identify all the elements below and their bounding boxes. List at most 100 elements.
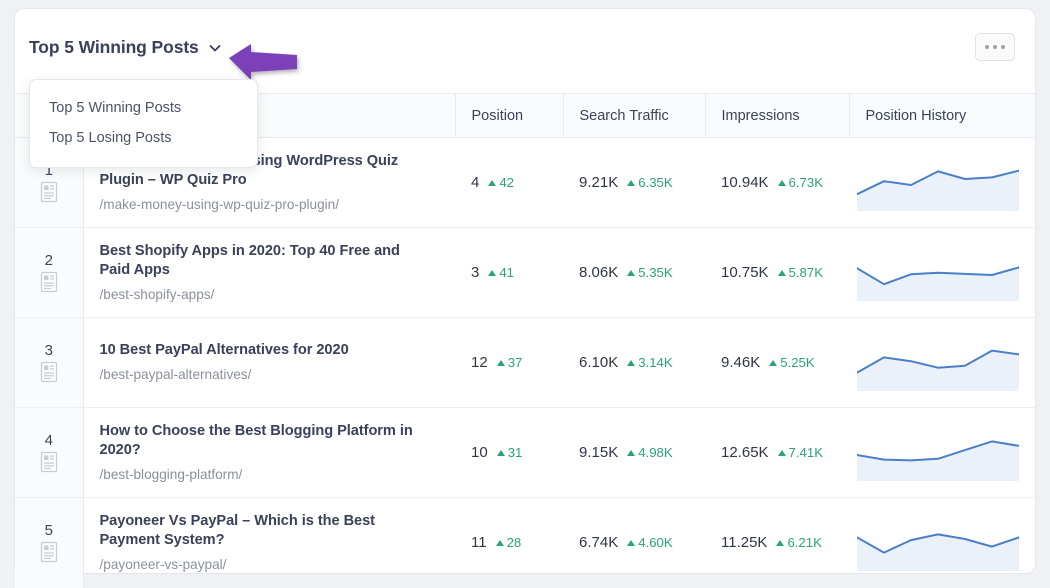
table-row[interactable]: 4 How to Choose the Best Blogging Platfor… bbox=[15, 407, 1035, 498]
dropdown-option-losing[interactable]: Top 5 Losing Posts bbox=[30, 123, 257, 153]
table-row[interactable]: 5 Payoneer Vs PayPal – Which is the Best … bbox=[15, 497, 1035, 588]
dropdown-option-winning[interactable]: Top 5 Winning Posts bbox=[30, 93, 257, 123]
arrow-up-icon bbox=[627, 270, 636, 276]
cell-position: 3 41 bbox=[455, 228, 563, 318]
cell-search-traffic: 6.74K 4.60K bbox=[563, 498, 705, 588]
metric-delta: 28 bbox=[495, 535, 522, 551]
metric-delta-value: 31 bbox=[507, 445, 523, 460]
arrow-up-icon bbox=[627, 540, 636, 547]
chevron-down-icon[interactable] bbox=[208, 41, 222, 55]
arrow-up-icon bbox=[495, 540, 504, 547]
annotation-arrow-icon bbox=[227, 42, 305, 82]
cell-rank: 2 bbox=[15, 227, 84, 318]
metric-value: 11 bbox=[471, 534, 487, 552]
rank-number: 4 bbox=[44, 431, 53, 449]
metric-delta: 41 bbox=[488, 265, 514, 280]
metric-delta: 5.25K bbox=[769, 355, 815, 370]
arrow-up-icon bbox=[777, 180, 786, 186]
cell-impressions: 12.65K 7.41K bbox=[705, 408, 849, 498]
widget-title-dropdown-toggle[interactable]: Top 5 Winning Posts bbox=[29, 37, 222, 58]
metric-delta-value: 4.98K bbox=[638, 445, 673, 460]
column-header-position[interactable]: Position bbox=[455, 93, 564, 138]
more-options-icon-dot bbox=[993, 45, 997, 49]
metric-delta: 4.60K bbox=[627, 535, 673, 551]
cell-position-history bbox=[849, 318, 1035, 408]
metric-delta: 5.87K bbox=[777, 265, 824, 280]
metric-delta-value: 6.21K bbox=[787, 535, 822, 551]
metric-delta-value: 5.87K bbox=[788, 265, 824, 280]
cell-rank: 4 bbox=[15, 407, 84, 498]
cell-post[interactable]: Best Shopify Apps in 2020: Top 40 Free a… bbox=[83, 228, 455, 318]
metric-delta: 7.41K bbox=[777, 445, 824, 460]
metric-value: 6.10K bbox=[579, 354, 619, 371]
arrow-up-icon bbox=[496, 360, 505, 366]
more-options-icon-dot bbox=[1001, 45, 1005, 49]
cell-position-history bbox=[849, 138, 1035, 228]
cell-post[interactable]: Payoneer Vs PayPal – Which is the Best P… bbox=[83, 498, 455, 588]
cell-impressions: 10.75K 5.87K bbox=[705, 228, 849, 318]
metric-value: 10.75K bbox=[721, 264, 769, 281]
more-options-button[interactable] bbox=[975, 33, 1015, 61]
arrow-up-icon bbox=[496, 450, 505, 456]
metric-value: 11.25K bbox=[721, 534, 768, 552]
metric-delta-value: 5.25K bbox=[780, 355, 815, 370]
article-icon bbox=[40, 271, 58, 293]
post-url: /payoneer-vs-paypal/ bbox=[99, 556, 227, 572]
metric-value: 8.06K bbox=[579, 264, 619, 281]
metric-delta-value: 3.14K bbox=[638, 355, 673, 370]
post-url: /best-paypal-alternatives/ bbox=[99, 366, 252, 382]
post-title[interactable]: Payoneer Vs PayPal – Which is the Best P… bbox=[100, 512, 434, 551]
column-header-impressions[interactable]: Impressions bbox=[705, 93, 850, 138]
cell-search-traffic: 8.06K 5.35K bbox=[563, 228, 705, 318]
cell-rank: 3 bbox=[15, 317, 84, 408]
arrow-up-icon bbox=[488, 270, 497, 276]
metric-delta: 31 bbox=[496, 445, 523, 460]
table-row[interactable]: 3 10 Best PayPal Alternatives for 2020/be… bbox=[15, 317, 1035, 408]
metric-value: 9.15K bbox=[579, 444, 619, 461]
cell-post[interactable]: 10 Best PayPal Alternatives for 2020/bes… bbox=[83, 318, 455, 408]
rank-number: 2 bbox=[44, 251, 53, 269]
view-selector-dropdown-menu[interactable]: Top 5 Winning Posts Top 5 Losing Posts bbox=[29, 79, 258, 168]
post-title[interactable]: Best Shopify Apps in 2020: Top 40 Free a… bbox=[100, 242, 434, 281]
cell-impressions: 9.46K 5.25K bbox=[705, 318, 849, 408]
cell-position-history bbox=[849, 408, 1035, 498]
cell-position-history bbox=[849, 228, 1035, 318]
position-history-sparkline bbox=[857, 335, 1019, 391]
metric-delta: 4.98K bbox=[627, 445, 673, 460]
post-title[interactable]: 10 Best PayPal Alternatives for 2020 bbox=[100, 341, 434, 360]
article-icon bbox=[40, 361, 58, 383]
metric-delta: 3.14K bbox=[627, 355, 673, 370]
post-title[interactable]: How to Choose the Best Blogging Platform… bbox=[100, 422, 434, 461]
rank-number: 5 bbox=[44, 521, 53, 539]
position-history-sparkline bbox=[857, 245, 1019, 301]
metric-value: 10 bbox=[471, 444, 488, 461]
arrow-up-icon bbox=[627, 180, 636, 186]
table-body: 1How to Make Money Using WordPress Quiz … bbox=[15, 137, 1035, 588]
metric-delta: 37 bbox=[496, 355, 522, 370]
cell-search-traffic: 9.15K 4.98K bbox=[563, 408, 705, 498]
metric-delta-value: 6.73K bbox=[788, 175, 824, 190]
metric-delta: 42 bbox=[488, 175, 514, 190]
arrow-up-icon bbox=[769, 360, 778, 366]
post-url: /best-blogging-platform/ bbox=[99, 466, 243, 482]
metric-value: 3 bbox=[471, 264, 480, 281]
column-header-position-history[interactable]: Position History bbox=[849, 93, 1035, 138]
metric-delta-value: 7.41K bbox=[788, 445, 824, 460]
table-row[interactable]: 2 Best Shopify Apps in 2020: Top 40 Free … bbox=[15, 227, 1035, 318]
cell-position: 11 28 bbox=[455, 498, 563, 588]
post-url: /best-shopify-apps/ bbox=[99, 286, 215, 302]
cell-search-traffic: 6.10K 3.14K bbox=[563, 318, 705, 408]
metric-delta-value: 4.60K bbox=[638, 535, 673, 551]
cell-post[interactable]: How to Choose the Best Blogging Platform… bbox=[83, 408, 455, 498]
position-history-sparkline bbox=[857, 155, 1019, 211]
metric-delta-value: 6.35K bbox=[638, 175, 673, 190]
arrow-up-icon bbox=[777, 270, 786, 276]
metric-delta: 6.73K bbox=[777, 175, 824, 190]
column-header-search-traffic[interactable]: Search Traffic bbox=[563, 93, 706, 138]
rank-number: 3 bbox=[44, 341, 53, 359]
position-history-sparkline bbox=[857, 515, 1019, 571]
metric-value: 10.94K bbox=[721, 174, 769, 191]
metric-delta-value: 42 bbox=[499, 175, 515, 190]
cell-impressions: 10.94K 6.73K bbox=[705, 138, 849, 228]
metric-delta-value: 28 bbox=[506, 535, 522, 551]
